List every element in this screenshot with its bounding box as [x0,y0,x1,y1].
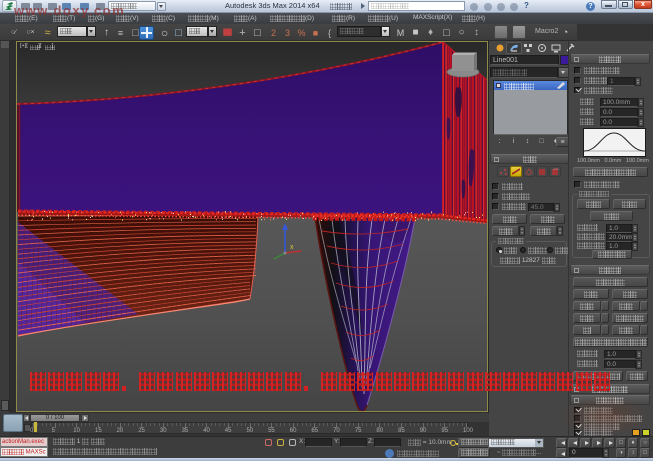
svg-text:x: x [290,244,294,251]
